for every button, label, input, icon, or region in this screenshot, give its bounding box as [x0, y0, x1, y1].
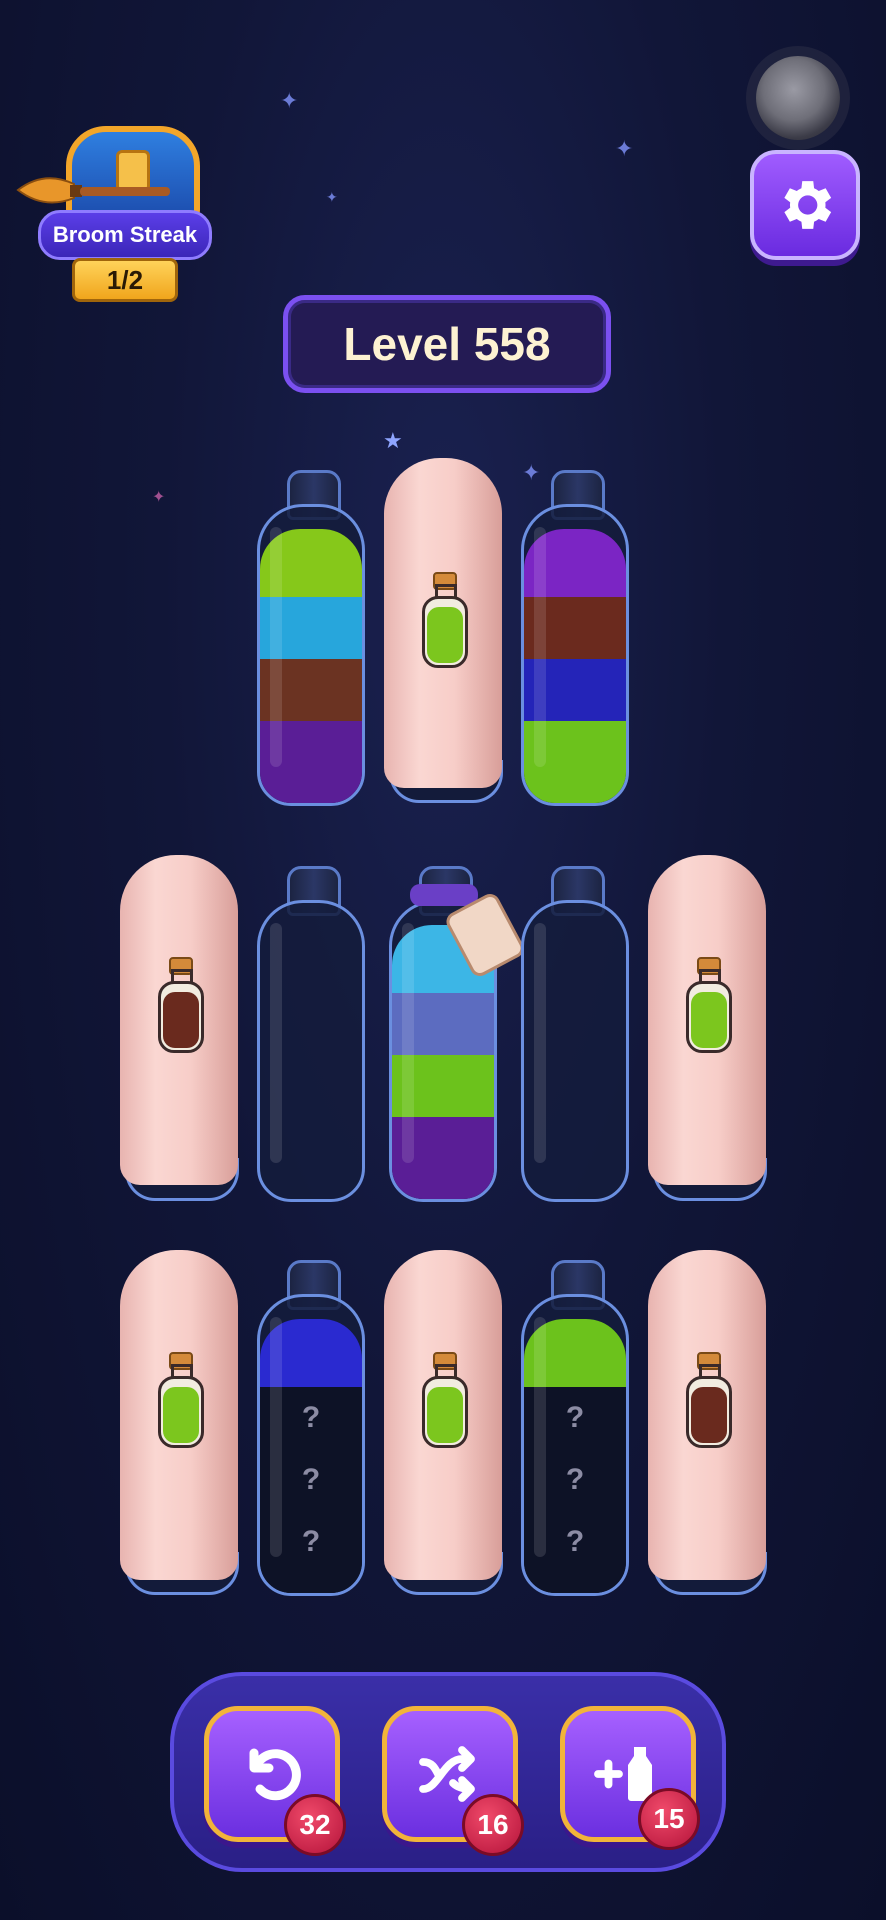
liquid-layer-blue	[260, 1319, 362, 1387]
liquid-layer-green	[392, 1055, 494, 1117]
hidden-layer-mark: ?	[565, 1525, 585, 1558]
star-decoration: ✦	[152, 489, 166, 506]
level-title: Level 558	[283, 295, 611, 393]
potion-hint-icon	[684, 1352, 732, 1448]
bottle-r2-4-empty[interactable]	[521, 866, 629, 1206]
undo-count-badge: 32	[284, 1794, 346, 1856]
liquid-layer-purple	[524, 529, 626, 597]
star-decoration: ✦	[615, 136, 634, 161]
potion-hint-icon	[156, 1352, 204, 1448]
liquid-layer-cyan	[260, 597, 362, 659]
potion-hint-icon	[420, 572, 468, 668]
hidden-layer-mark: ?	[301, 1401, 321, 1434]
star-decoration: ✦	[326, 189, 338, 205]
bottle-r2-2-empty[interactable]	[257, 866, 365, 1206]
record-button[interactable]	[756, 56, 840, 140]
potion-hint-icon	[684, 957, 732, 1053]
hidden-layer-mark: ?	[565, 1463, 585, 1496]
liquid-layer-green	[524, 1319, 626, 1387]
rope-tie-icon	[410, 884, 478, 906]
broom-streak-label: Broom Streak	[38, 210, 212, 260]
broom-streak-widget[interactable]: Broom Streak 1/2	[14, 118, 220, 302]
liquid-layer-purple	[260, 721, 362, 803]
star-decoration: ★	[383, 428, 403, 453]
settings-button[interactable]	[750, 150, 860, 260]
gear-icon	[784, 181, 832, 229]
hidden-layer-mark: ?	[301, 1463, 321, 1496]
liquid-layer-periwinkle	[392, 993, 494, 1055]
star-decoration: ✦	[280, 88, 299, 113]
broom-streak-count: 1/2	[72, 258, 178, 302]
power-up-toolbar: 32 16 15	[170, 1672, 726, 1872]
liquid-layer-brown	[260, 659, 362, 721]
broom-icon	[16, 177, 170, 204]
bottle-r1-1[interactable]	[257, 470, 365, 810]
potion-hint-icon	[156, 957, 204, 1053]
add-bottle-count-badge: 15	[638, 1788, 700, 1850]
liquid-layer-green	[260, 529, 362, 597]
bottle-r1-3[interactable]	[521, 470, 629, 810]
liquid-layer-purple	[392, 1117, 494, 1199]
liquid-layer-brown	[524, 597, 626, 659]
bottle-r3-4-hidden[interactable]: ? ? ?	[521, 1260, 629, 1600]
liquid-layer-blue	[524, 659, 626, 721]
shuffle-count-badge: 16	[462, 1794, 524, 1856]
bottle-r3-2-hidden[interactable]: ? ? ?	[257, 1260, 365, 1600]
hidden-layer-mark: ?	[565, 1401, 585, 1434]
liquid-layer-green	[524, 721, 626, 803]
hidden-layer-mark: ?	[301, 1525, 321, 1558]
potion-hint-icon	[420, 1352, 468, 1448]
